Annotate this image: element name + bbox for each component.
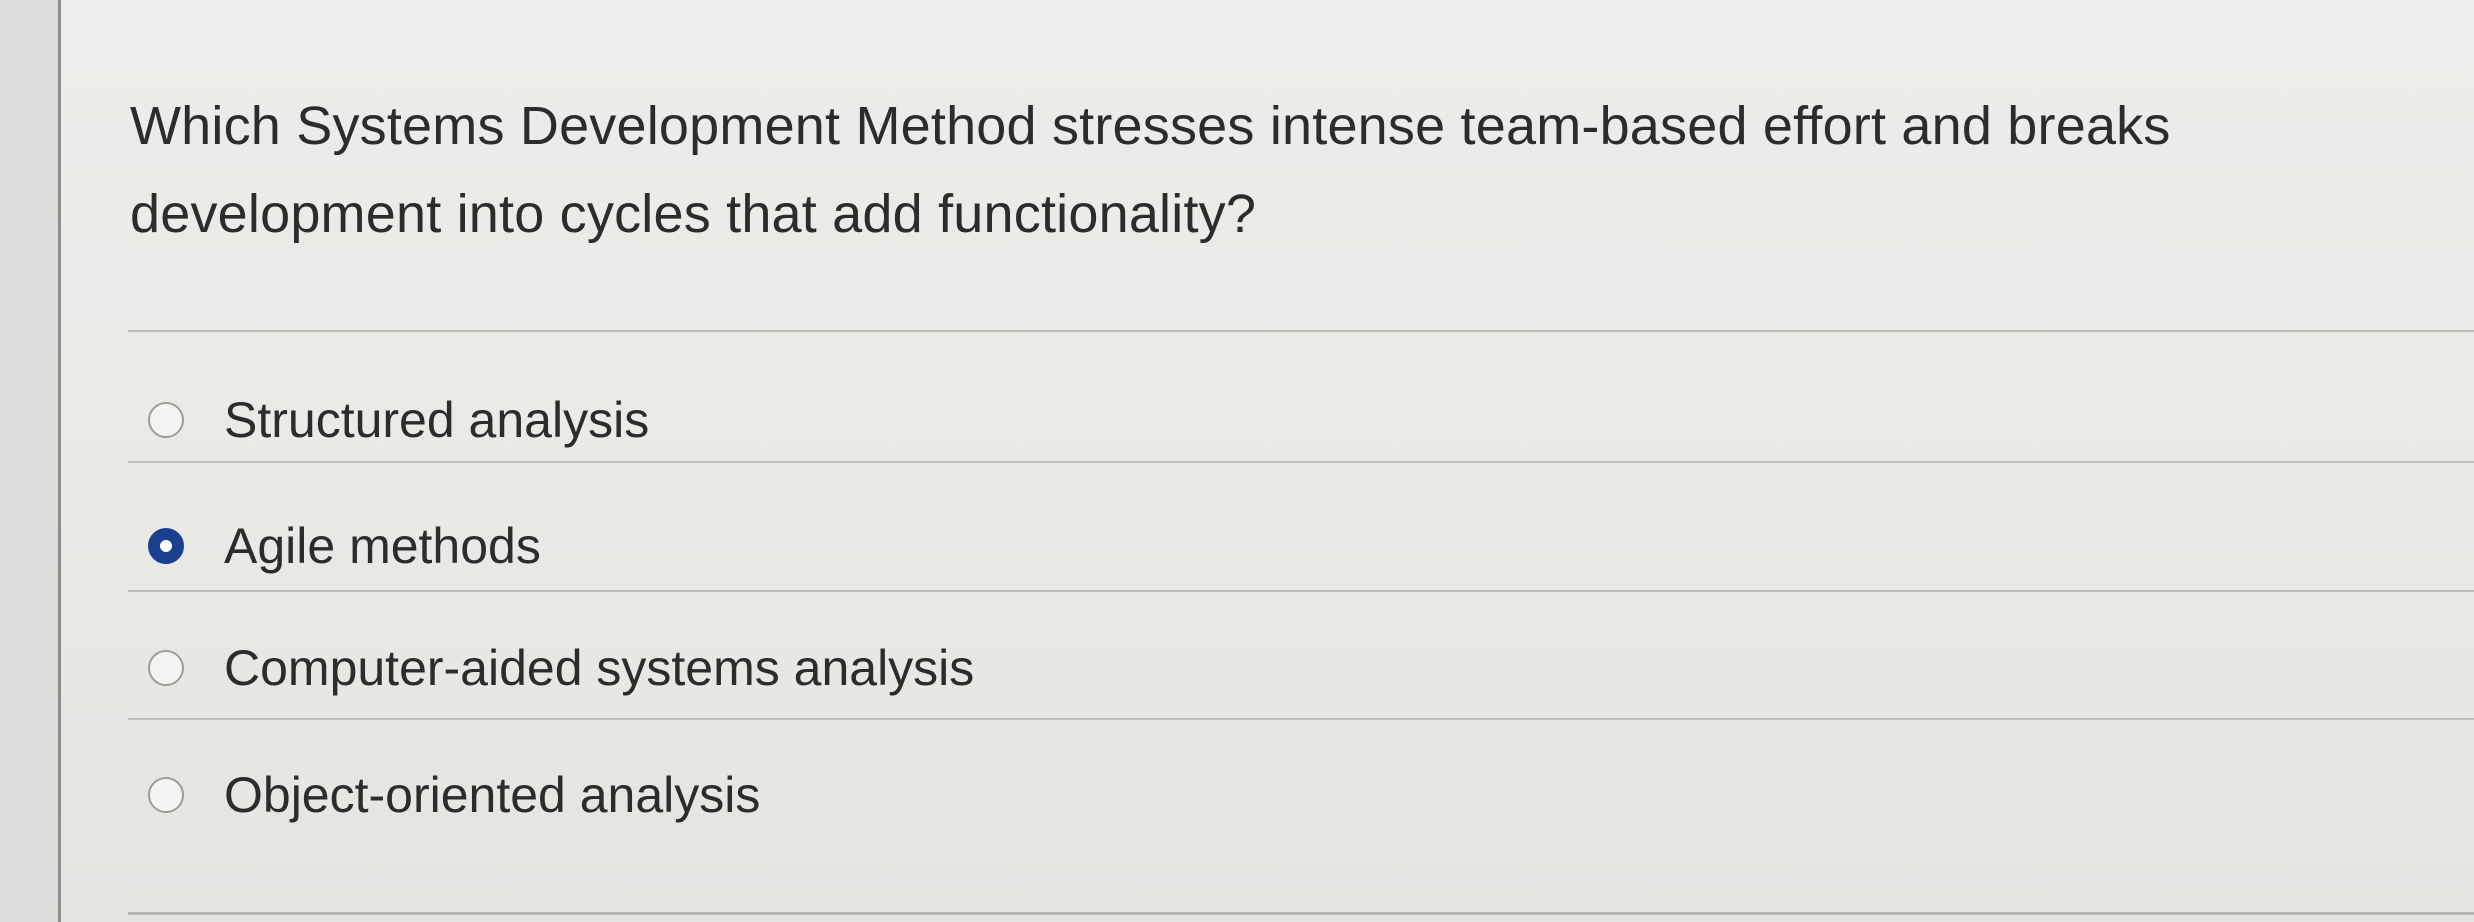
option-label: Object-oriented analysis [224, 767, 761, 823]
answer-option-structured-analysis[interactable]: Structured analysis [148, 385, 649, 455]
answer-option-object-oriented-analysis[interactable]: Object-oriented analysis [148, 760, 760, 830]
radio-button[interactable] [148, 402, 184, 438]
question-text: Which Systems Development Method stresse… [130, 96, 2171, 244]
left-gutter [0, 0, 58, 922]
option-label: Structured analysis [224, 392, 650, 448]
option-label: Agile methods [224, 518, 541, 574]
radio-button[interactable] [148, 777, 184, 813]
bottom-border [128, 912, 2474, 915]
answer-option-agile-methods[interactable]: Agile methods [148, 511, 541, 581]
radio-button[interactable] [148, 650, 184, 686]
divider [128, 330, 2474, 332]
answer-option-computer-aided-systems-analysis[interactable]: Computer-aided systems analysis [148, 633, 974, 703]
option-label: Computer-aided systems analysis [224, 640, 975, 696]
divider [128, 461, 2474, 463]
radio-button-selected[interactable] [148, 528, 184, 564]
divider [128, 718, 2474, 720]
divider [128, 590, 2474, 592]
